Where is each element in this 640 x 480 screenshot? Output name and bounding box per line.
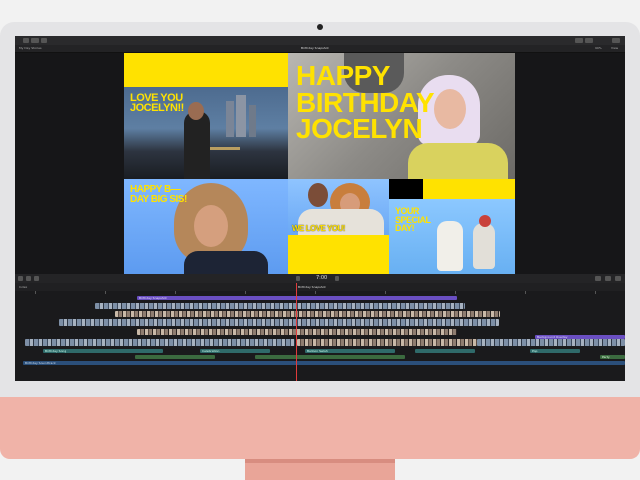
timeline-tracks[interactable]: Birthday Snapshot Background Overlay Bir… (15, 291, 625, 381)
share-icon[interactable] (612, 38, 620, 43)
play-button[interactable] (296, 276, 300, 281)
top-toolbar (15, 36, 625, 45)
fullscreen-button[interactable] (335, 276, 339, 281)
headline-text: HAPPY BIRTHDAY JOCELYN (296, 60, 434, 145)
top-left-caption: LOVE YOU JOCELYN!! (130, 92, 184, 115)
music-clip-party[interactable]: Party (600, 355, 625, 359)
panel-yellow-block (288, 235, 389, 274)
primary-storyline-left[interactable] (25, 339, 295, 346)
panel-headline-photo: HAPPY BIRTHDAY JOCELYN (288, 53, 515, 179)
special-day-caption: YOUR SPECIAL DAY! (395, 206, 431, 234)
timeline-header: Index Birthday Snapshot (15, 283, 625, 291)
audio-clip-birthday-song[interactable]: Birthday Song (43, 349, 163, 353)
title-clip[interactable]: Birthday Snapshot (137, 296, 457, 300)
audio-clip-extra[interactable] (415, 349, 475, 353)
audio-meter-icon[interactable] (595, 276, 601, 281)
timeline-project-name: Birthday Snapshot (298, 285, 326, 289)
camera-dot (317, 24, 323, 30)
library-icon[interactable] (23, 38, 29, 43)
panel-big-sis-photo: HAPPY B—DAY BIG SIS! (124, 179, 288, 274)
viewer-header: My Day Stories Birthday Snapshot 99% Vie… (15, 45, 625, 53)
we-love-you-caption: WE LOVE YOU! (292, 224, 345, 233)
panel-night-photo: LOVE YOU JOCELYN!! (124, 87, 288, 179)
inspector-icon[interactable] (585, 38, 593, 43)
playhead[interactable] (296, 283, 297, 381)
window-title: Birthday Snapshot (301, 46, 329, 50)
view-menu[interactable]: View (611, 46, 618, 50)
video-clip-row-1[interactable] (95, 303, 465, 309)
viewer: LOVE YOU JOCELYN!! HAPPY BIRTHDAY JOCELY… (15, 53, 625, 274)
layout-icon[interactable] (575, 38, 583, 43)
primary-storyline-right[interactable] (477, 339, 625, 346)
clip-appearance-icon[interactable] (605, 276, 611, 281)
timeline-controls: 7:00 (15, 274, 625, 283)
primary-storyline-middle[interactable] (297, 339, 477, 346)
trim-tool-icon[interactable] (26, 276, 31, 281)
video-canvas: LOVE YOU JOCELYN!! HAPPY BIRTHDAY JOCELY… (124, 53, 515, 274)
zoom-level[interactable]: 99% (595, 46, 602, 50)
audio-clip-celebration[interactable]: Celebration (200, 349, 270, 353)
audio-clip-pop[interactable]: Pop (530, 349, 580, 353)
audio-clip-balloon[interactable]: Balloon Swish (305, 349, 395, 353)
monitor-chin (0, 397, 640, 459)
import-button[interactable] (31, 38, 39, 43)
panel-special-day-photo: YOUR SPECIAL DAY! (389, 199, 515, 274)
stand-shadow (245, 459, 395, 463)
library-name: My Day Stories (19, 46, 42, 50)
music-clip-1[interactable] (135, 355, 215, 359)
big-sis-caption: HAPPY B—DAY BIG SIS! (130, 184, 187, 205)
effects-browser-icon[interactable] (615, 276, 621, 281)
key-icon[interactable] (41, 38, 47, 43)
soundtrack-clip[interactable]: Birthday Soundtrack (23, 361, 625, 365)
timecode: 7:00 (316, 275, 328, 281)
video-clip-row-2[interactable] (115, 311, 500, 317)
index-tab[interactable]: Index (19, 285, 27, 289)
blade-tool-icon[interactable] (34, 276, 39, 281)
music-clip-3[interactable] (315, 355, 405, 359)
select-tool-icon[interactable] (18, 276, 23, 281)
app-screen: My Day Stories Birthday Snapshot 99% Vie… (15, 36, 625, 381)
video-clip-row-4[interactable] (137, 329, 457, 335)
panel-yellow-band (124, 53, 288, 87)
panel-yellow-strip (423, 179, 515, 199)
video-clip-row-3[interactable] (59, 319, 499, 326)
